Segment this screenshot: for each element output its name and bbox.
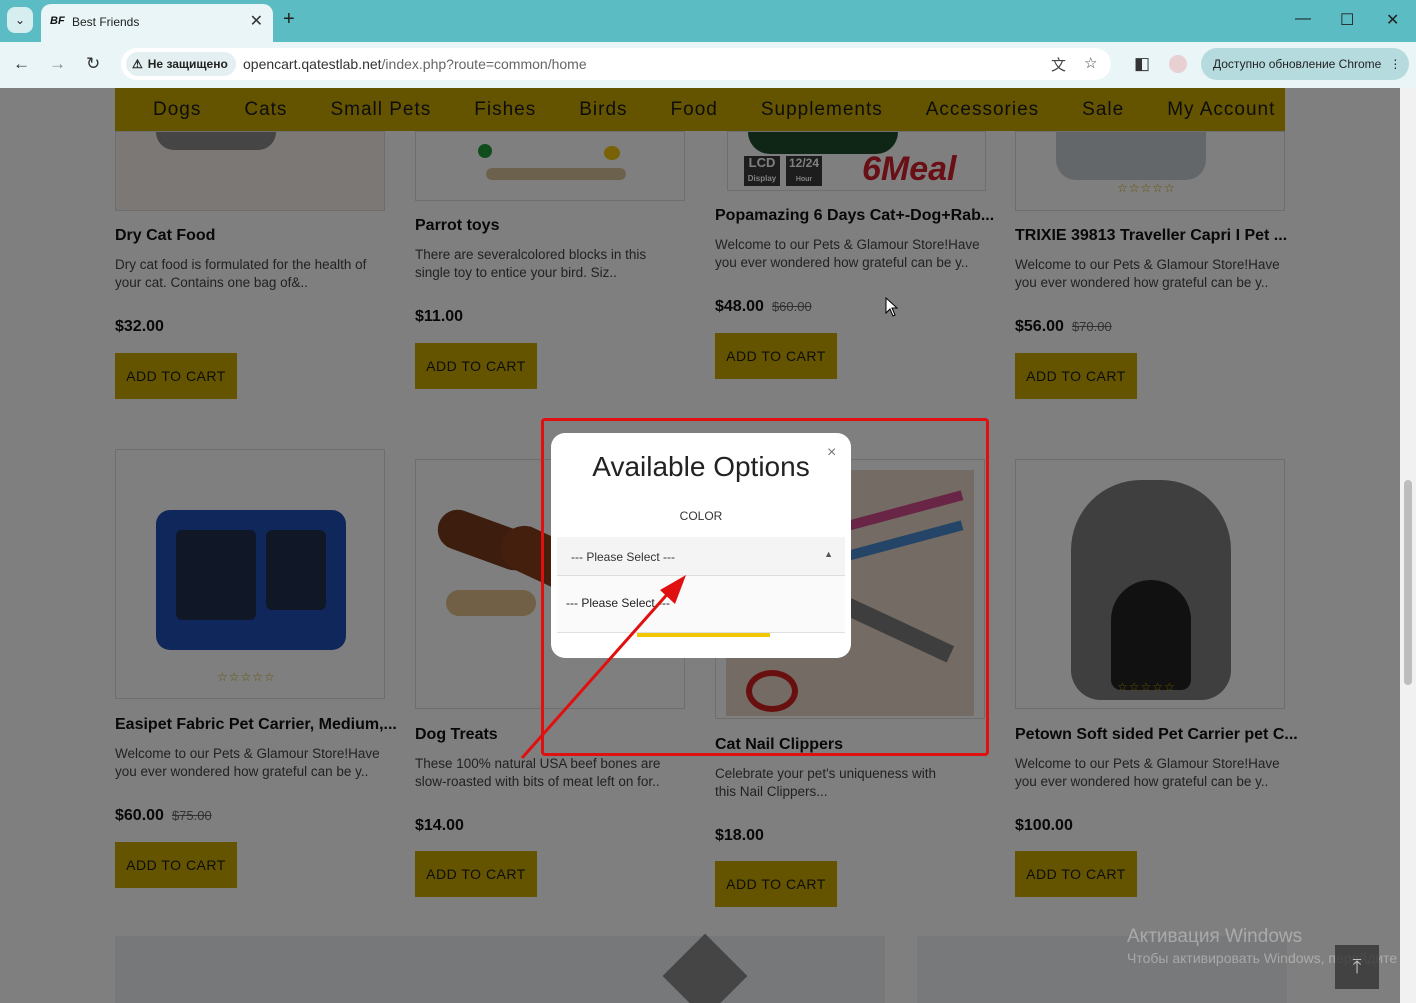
windows-watermark: Активация Windows [1127, 926, 1303, 947]
annotation-arrow [520, 575, 686, 759]
scroll-top-button[interactable]: ⤒ [1335, 945, 1379, 989]
mouse-cursor-icon [885, 297, 899, 317]
arrow-up-icon: ⤒ [1352, 955, 1362, 978]
